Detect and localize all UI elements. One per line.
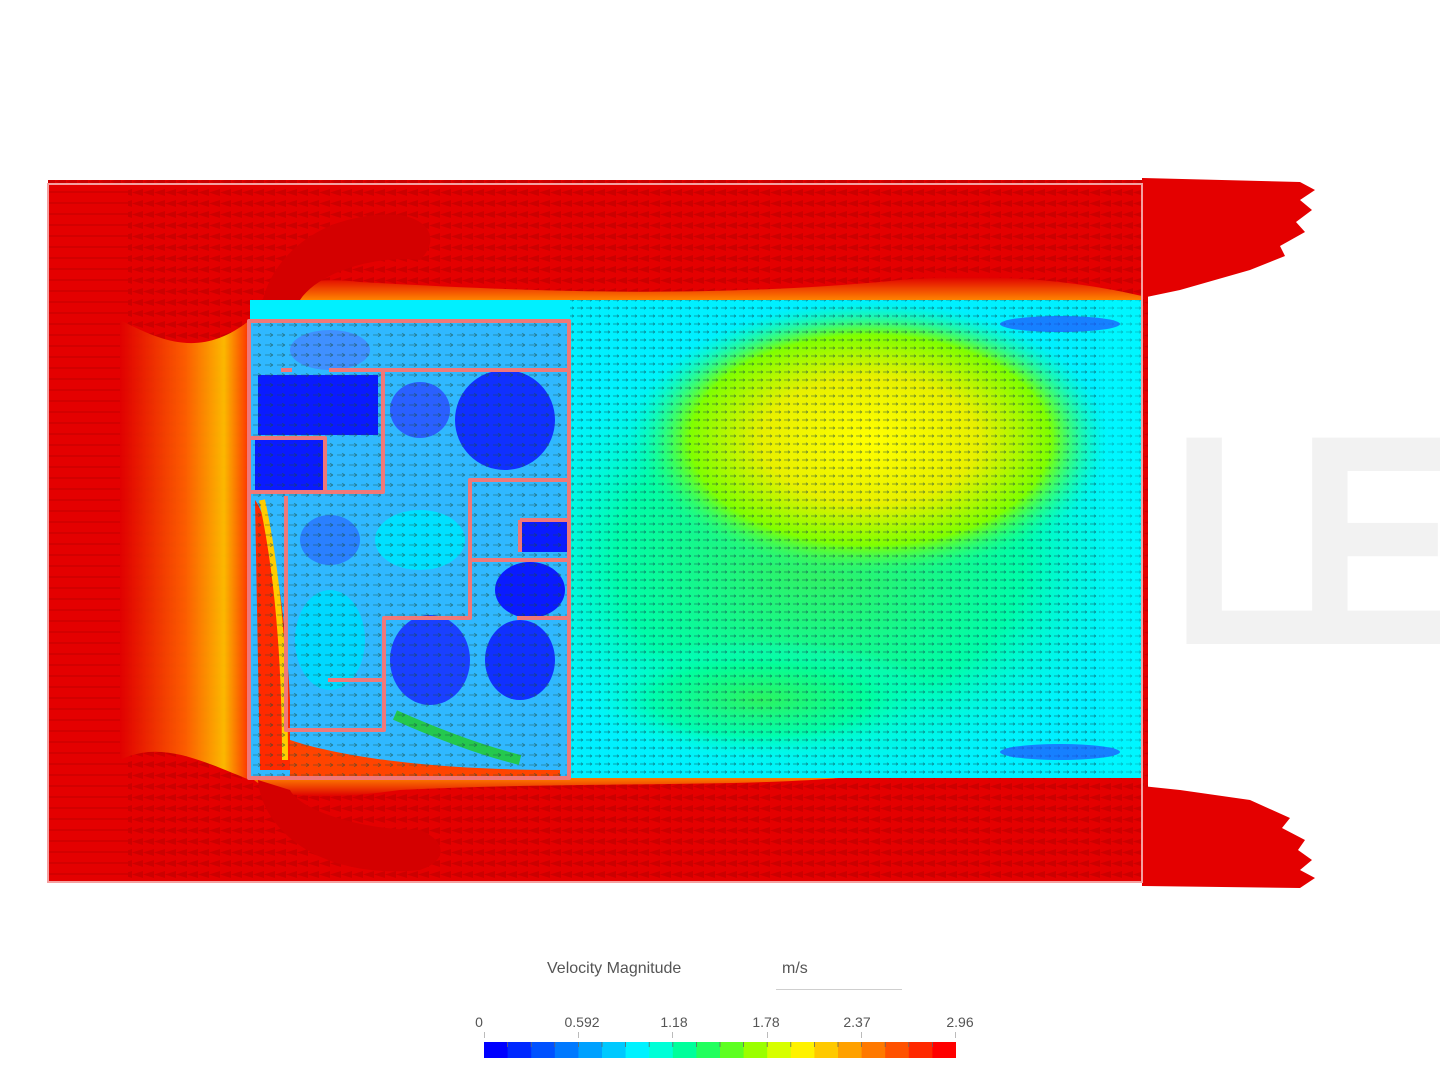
inner-velocity-field — [250, 300, 1142, 778]
simulation-viewport[interactable] — [0, 0, 1440, 1080]
